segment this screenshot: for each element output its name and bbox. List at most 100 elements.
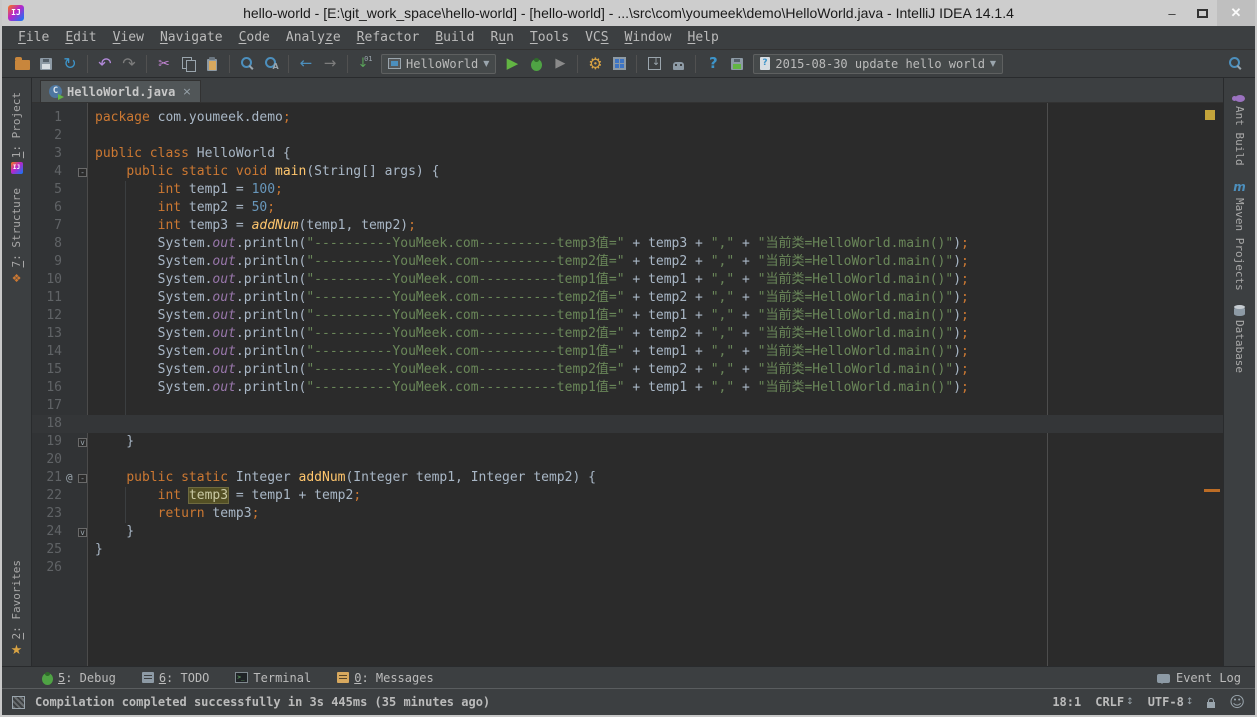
fold-marker[interactable]: v bbox=[76, 433, 89, 451]
code-line-11[interactable]: 11 System.out.println("----------YouMeek… bbox=[32, 289, 1223, 307]
synchronize-icon[interactable]: ↻ bbox=[58, 52, 82, 76]
menu-tools[interactable]: Tools bbox=[522, 27, 577, 48]
vcs-message-select[interactable]: 2015-08-30 update hello world▼ bbox=[753, 54, 1003, 74]
line-number[interactable]: 22 bbox=[32, 487, 66, 505]
line-number[interactable]: 24 bbox=[32, 523, 66, 541]
fold-end-icon[interactable]: v bbox=[78, 438, 87, 447]
fold-open-icon[interactable]: - bbox=[78, 474, 87, 483]
line-number[interactable]: 2 bbox=[32, 127, 66, 145]
fold-marker[interactable] bbox=[76, 487, 89, 505]
stripe-button-database[interactable]: Database bbox=[1233, 304, 1246, 373]
fold-marker[interactable] bbox=[76, 289, 89, 307]
code-line-18[interactable]: 18 bbox=[32, 415, 1223, 433]
line-number[interactable]: 19 bbox=[32, 433, 66, 451]
line-number[interactable]: 9 bbox=[32, 253, 66, 271]
line-number[interactable]: 8 bbox=[32, 235, 66, 253]
code-text[interactable]: int temp2 = 50; bbox=[89, 199, 275, 217]
find-icon[interactable] bbox=[235, 52, 259, 76]
code-text[interactable] bbox=[89, 451, 95, 469]
code-line-12[interactable]: 12 System.out.println("----------YouMeek… bbox=[32, 307, 1223, 325]
menu-build[interactable]: Build bbox=[427, 27, 482, 48]
code-text[interactable]: } bbox=[89, 433, 134, 451]
fold-marker[interactable] bbox=[76, 541, 89, 559]
line-number[interactable]: 12 bbox=[32, 307, 66, 325]
code-line-19[interactable]: 19 v } bbox=[32, 433, 1223, 451]
code-line-5[interactable]: 5 int temp1 = 100; bbox=[32, 181, 1223, 199]
line-number[interactable]: 16 bbox=[32, 379, 66, 397]
tab-close-icon[interactable]: × bbox=[182, 85, 191, 98]
paste-icon[interactable] bbox=[200, 52, 224, 76]
debug-icon[interactable] bbox=[524, 52, 548, 76]
line-number[interactable]: 6 bbox=[32, 199, 66, 217]
project-structure-icon[interactable] bbox=[607, 52, 631, 76]
save-all-icon[interactable] bbox=[34, 52, 58, 76]
code-text[interactable]: int temp3 = addNum(temp1, temp2); bbox=[89, 217, 416, 235]
fold-marker[interactable] bbox=[76, 217, 89, 235]
code-text[interactable] bbox=[89, 415, 95, 433]
tool-window-toggle-icon[interactable] bbox=[12, 696, 25, 709]
code-line-4[interactable]: 4- public static void main(String[] args… bbox=[32, 163, 1223, 181]
code-line-26[interactable]: 26 bbox=[32, 559, 1223, 577]
line-number[interactable]: 3 bbox=[32, 145, 66, 163]
code-text[interactable] bbox=[89, 127, 95, 145]
code-line-20[interactable]: 20 bbox=[32, 451, 1223, 469]
tab-helloworld-java[interactable]: C HelloWorld.java × bbox=[40, 80, 201, 102]
code-text[interactable] bbox=[89, 559, 95, 577]
code-text[interactable]: public static void main(String[] args) { bbox=[89, 163, 439, 181]
error-stripe-warning-mark[interactable] bbox=[1205, 110, 1215, 120]
stripe-button-ant-build[interactable]: Ant Build bbox=[1233, 92, 1246, 166]
lock-icon[interactable] bbox=[1207, 702, 1215, 708]
error-stripe-highlight-mark[interactable] bbox=[1204, 489, 1220, 492]
fold-marker[interactable]: v bbox=[76, 523, 89, 541]
code-line-10[interactable]: 10 System.out.println("----------YouMeek… bbox=[32, 271, 1223, 289]
menu-view[interactable]: View bbox=[105, 27, 152, 48]
code-text[interactable]: System.out.println("----------YouMeek.co… bbox=[89, 289, 969, 307]
code-line-16[interactable]: 16 System.out.println("----------YouMeek… bbox=[32, 379, 1223, 397]
fold-marker[interactable] bbox=[76, 253, 89, 271]
line-number[interactable]: 10 bbox=[32, 271, 66, 289]
code-line-17[interactable]: 17 bbox=[32, 397, 1223, 415]
minimize-button[interactable]: – bbox=[1157, 3, 1187, 23]
fold-marker[interactable] bbox=[76, 307, 89, 325]
line-number[interactable]: 18 bbox=[32, 415, 66, 433]
code-editor[interactable]: 1package com.youmeek.demo;23public class… bbox=[32, 103, 1223, 666]
line-number[interactable]: 5 bbox=[32, 181, 66, 199]
search-everywhere-icon[interactable] bbox=[1223, 52, 1247, 76]
line-number[interactable]: 25 bbox=[32, 541, 66, 559]
code-line-6[interactable]: 6 int temp2 = 50; bbox=[32, 199, 1223, 217]
stripe-button-1-project[interactable]: 1: ProjectIJ bbox=[10, 92, 23, 174]
fold-marker[interactable] bbox=[76, 415, 89, 433]
line-number[interactable]: 11 bbox=[32, 289, 66, 307]
copy-icon[interactable] bbox=[176, 52, 200, 76]
help-icon[interactable]: ? bbox=[701, 52, 725, 76]
code-text[interactable]: } bbox=[89, 523, 134, 541]
caret-position[interactable]: 18:1 bbox=[1052, 695, 1081, 709]
fold-marker[interactable] bbox=[76, 127, 89, 145]
encoding-selector[interactable]: UTF-8 ↕ bbox=[1148, 695, 1194, 709]
menu-vcs[interactable]: VCS bbox=[577, 27, 616, 48]
fold-marker[interactable] bbox=[76, 271, 89, 289]
fold-end-icon[interactable]: v bbox=[78, 528, 87, 537]
tool-window-button-terminal[interactable]: Terminal bbox=[235, 671, 311, 685]
code-line-14[interactable]: 14 System.out.println("----------YouMeek… bbox=[32, 343, 1223, 361]
replace-icon[interactable] bbox=[259, 52, 283, 76]
menu-help[interactable]: Help bbox=[680, 27, 727, 48]
line-separator-selector[interactable]: CRLF ↕ bbox=[1095, 695, 1133, 709]
code-line-24[interactable]: 24 v } bbox=[32, 523, 1223, 541]
line-number[interactable]: 26 bbox=[32, 559, 66, 577]
code-line-22[interactable]: 22 int temp3 = temp1 + temp2; bbox=[32, 487, 1223, 505]
fold-marker[interactable] bbox=[76, 235, 89, 253]
code-text[interactable]: System.out.println("----------YouMeek.co… bbox=[89, 361, 969, 379]
fold-marker[interactable] bbox=[76, 397, 89, 415]
code-text[interactable]: System.out.println("----------YouMeek.co… bbox=[89, 271, 969, 289]
hector-inspections-icon[interactable]: ☺ bbox=[1229, 693, 1245, 711]
menu-run[interactable]: Run bbox=[482, 27, 521, 48]
redo-icon[interactable]: ↷ bbox=[117, 52, 141, 76]
code-line-8[interactable]: 8 System.out.println("----------YouMeek.… bbox=[32, 235, 1223, 253]
open-icon[interactable] bbox=[10, 52, 34, 76]
code-text[interactable]: System.out.println("----------YouMeek.co… bbox=[89, 379, 969, 397]
fold-marker[interactable] bbox=[76, 145, 89, 163]
fold-marker[interactable]: - bbox=[76, 163, 89, 181]
maximize-button[interactable] bbox=[1187, 3, 1217, 23]
fold-marker[interactable]: - bbox=[76, 469, 89, 487]
